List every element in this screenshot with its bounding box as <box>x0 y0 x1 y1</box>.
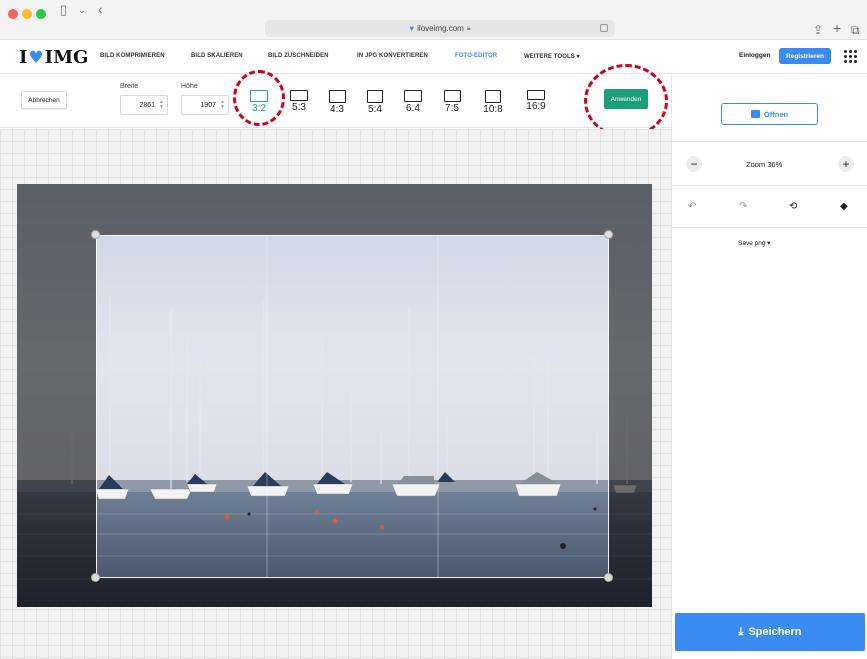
zoom-in-button[interactable]: + <box>838 156 854 172</box>
width-input[interactable]: 2861 ▲ ▼ <box>120 95 168 115</box>
ratio-6-4-icon <box>404 90 422 102</box>
ratio-16-9-icon <box>527 90 545 100</box>
undo-icon[interactable]: ↶ <box>688 201 696 212</box>
height-value: 1907 <box>200 101 216 109</box>
height-input[interactable]: 1907 ▲ ▼ <box>181 95 229 115</box>
sidebar-icon[interactable]: ▯ <box>60 2 67 18</box>
url-text: iloveimg.com <box>417 24 464 33</box>
apps-grid-icon[interactable] <box>844 50 857 63</box>
crop-handle-bottom-right[interactable] <box>604 573 613 582</box>
save-label: Speichern <box>748 626 802 638</box>
browser-toolbar: ▯ ⌄ ‹ ♥ iloveimg.com 🔒︎ ⇪ + ⧉ <box>0 0 867 40</box>
nav-link-resize[interactable]: BILD SKALIEREN <box>191 53 243 59</box>
reader-icon[interactable] <box>600 24 608 32</box>
save-format-dropdown[interactable]: Save png ▾ <box>738 239 771 247</box>
ratio-5-4-icon <box>367 90 383 103</box>
login-link[interactable]: Einloggen <box>739 52 770 59</box>
ratio-5-3-icon <box>290 90 308 101</box>
width-stepper-icon[interactable]: ▲ ▼ <box>159 100 164 110</box>
nav-link-crop[interactable]: BILD ZUSCHNEIDEN <box>268 53 329 59</box>
close-window-button[interactable] <box>8 9 18 19</box>
divider <box>672 141 867 142</box>
zoom-level: Zoom 36% <box>746 160 783 169</box>
open-label: Öffnen <box>763 109 789 119</box>
ratio-option-10-8[interactable]: 10:8 <box>478 90 508 115</box>
ratio-label: 6:4 <box>406 103 420 114</box>
ratio-10-8-icon <box>485 90 501 103</box>
divider <box>672 227 867 228</box>
crop-toolbar: Abbrechen Breite 2861 ▲ ▼ Höhe 1907 ▲ ▼ 3:… <box>0 75 671 128</box>
ratio-option-5-3[interactable]: 5:3 <box>284 90 314 113</box>
ratio-option-6-4[interactable]: 6:4 <box>398 90 428 114</box>
ratio-label: 4:3 <box>330 104 344 115</box>
heart-icon: ♥ <box>28 47 44 68</box>
ratio-label: 10:8 <box>483 104 503 115</box>
ratio-option-4-3[interactable]: 4:3 <box>322 90 352 115</box>
annotation-circle-ratio <box>233 70 285 126</box>
reset-icon[interactable]: ⟲ <box>789 201 797 212</box>
divider <box>672 185 867 186</box>
lock-icon: 🔒︎ <box>466 24 471 32</box>
nav-link-photo-editor[interactable]: FOTO-EDITOR <box>455 53 497 59</box>
address-bar[interactable]: ♥ iloveimg.com 🔒︎ <box>265 20 615 37</box>
right-panel: Öffnen − Zoom 36% + ↶ ↷ ⟲ ◆ Save png ▾ ⤓… <box>671 75 867 659</box>
crop-frame[interactable] <box>96 235 609 578</box>
ratio-label: 5:3 <box>292 102 306 113</box>
new-tab-icon[interactable]: + <box>833 20 841 36</box>
site-favicon-icon: ♥ <box>409 24 415 33</box>
height-stepper-icon[interactable]: ▲ ▼ <box>220 100 225 110</box>
ratio-label: 5:4 <box>368 104 382 115</box>
share-icon[interactable]: ⇪ <box>813 23 823 37</box>
height-label: Höhe <box>181 83 198 90</box>
gallery-icon <box>750 110 760 118</box>
register-button[interactable]: Registrieren <box>779 48 831 64</box>
back-icon[interactable]: ‹ <box>98 1 103 17</box>
chevron-down-icon[interactable]: ⌄ <box>78 5 86 16</box>
width-label: Breite <box>120 83 139 90</box>
ratio-option-7-5[interactable]: 7:5 <box>437 90 467 114</box>
crop-handle-top-right[interactable] <box>604 230 613 239</box>
ratio-7-5-icon <box>443 90 461 102</box>
crop-handle-bottom-left[interactable] <box>91 573 100 582</box>
layers-icon[interactable]: ◆ <box>840 201 848 212</box>
nav-link-compress[interactable]: BILD KOMPRIMIEREN <box>100 53 165 59</box>
ratio-option-16-9[interactable]: 16:9 <box>521 90 551 112</box>
logo-text-right: IMG <box>44 47 89 68</box>
download-icon: ⤓ <box>738 625 744 638</box>
redo-icon[interactable]: ↷ <box>739 201 747 212</box>
logo-text-left: I <box>19 47 28 68</box>
zoom-out-button[interactable]: − <box>686 156 702 172</box>
site-logo[interactable]: I ♥ IMG <box>19 47 88 68</box>
ratio-label: 16:9 <box>526 101 546 112</box>
save-button[interactable]: ⤓ Speichern <box>675 613 865 651</box>
crop-handle-top-left[interactable] <box>91 230 100 239</box>
tabs-icon[interactable]: ⧉ <box>851 23 860 38</box>
maximize-window-button[interactable] <box>36 9 46 19</box>
open-button[interactable]: Öffnen <box>721 103 818 125</box>
site-navigation: I ♥ IMG BILD KOMPRIMIEREN BILD SKALIEREN… <box>0 40 867 74</box>
ratio-label: 7:5 <box>445 103 459 114</box>
minimize-window-button[interactable] <box>22 9 32 19</box>
nav-link-convert-jpg[interactable]: IN JPG KONVERTIEREN <box>357 53 428 59</box>
annotation-circle-apply <box>584 64 668 138</box>
ratio-option-5-4[interactable]: 5:4 <box>360 90 390 115</box>
width-value: 2861 <box>139 101 155 109</box>
cancel-button[interactable]: Abbrechen <box>21 91 67 109</box>
nav-link-more-tools[interactable]: WEITERE TOOLS ▾ <box>524 53 580 60</box>
ratio-4-3-icon <box>328 90 346 103</box>
